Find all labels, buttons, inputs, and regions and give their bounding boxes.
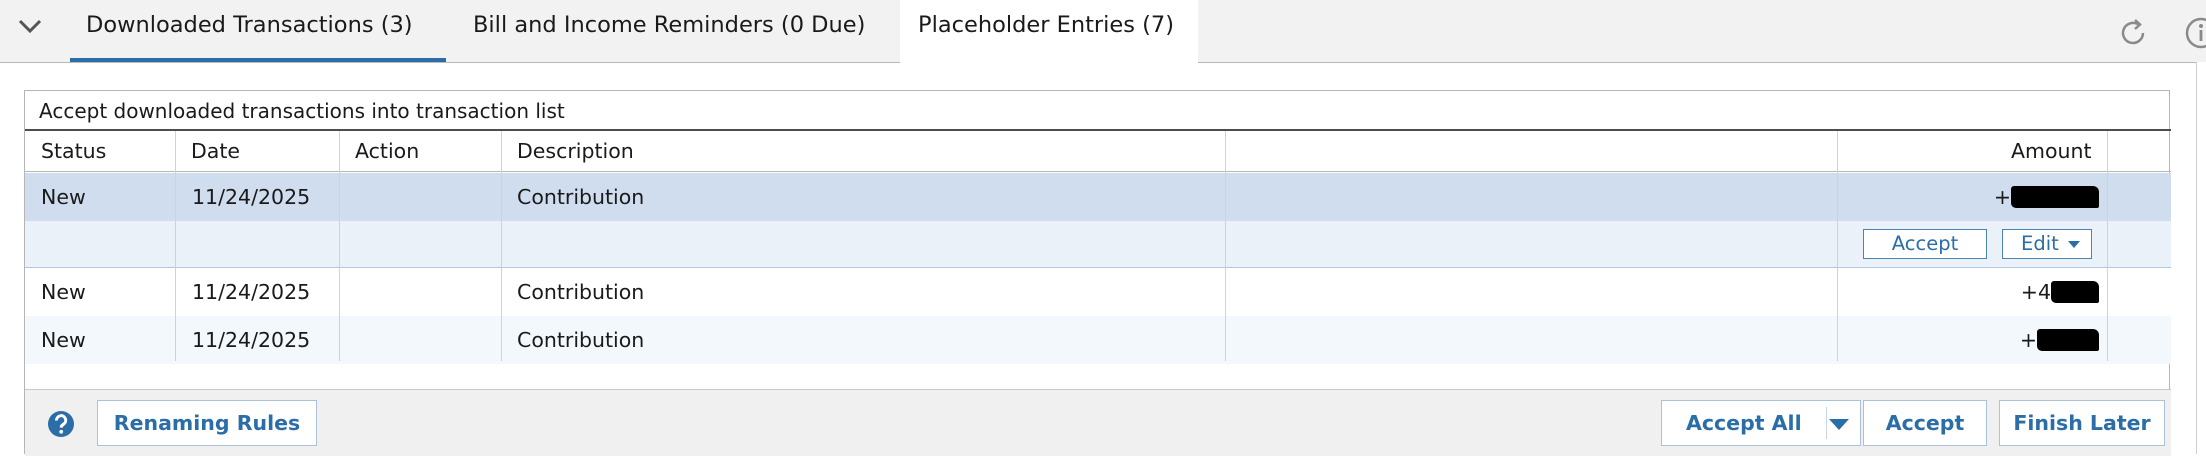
renaming-rules-button[interactable]: Renaming Rules [97, 400, 317, 446]
refresh-icon[interactable] [2114, 14, 2152, 52]
amount-sign: + [1993, 185, 2011, 209]
split-divider [1826, 407, 1827, 439]
row-status: New [41, 280, 86, 304]
redacted-amount-mark [2051, 281, 2099, 303]
column-divider [175, 131, 176, 361]
right-scroll-edge[interactable] [2196, 62, 2206, 454]
row-description: Contribution [517, 328, 645, 352]
table-header: Status Date Action Description Amount [25, 131, 2171, 172]
accept-all-split-button[interactable]: Accept All [1661, 400, 1861, 446]
tab-label: Downloaded Transactions (3) [86, 12, 413, 38]
row-accept-button[interactable]: Accept [1863, 229, 1987, 259]
info-icon[interactable] [2182, 14, 2206, 52]
table-row[interactable]: New 11/24/2025 Contribution + [25, 316, 2171, 364]
edit-label: Edit [2021, 232, 2059, 255]
amount-sign: +4 [2020, 280, 2051, 304]
column-header-date[interactable]: Date [191, 131, 240, 171]
column-header-amount[interactable]: Amount [2011, 131, 2092, 171]
accept-button[interactable]: Accept [1863, 400, 1987, 446]
finish-later-button[interactable]: Finish Later [1999, 400, 2165, 446]
column-header-action[interactable]: Action [355, 131, 419, 171]
panel-footer: Renaming Rules Accept All Accept Finish … [25, 389, 2171, 456]
row-status: New [41, 328, 86, 352]
accept-all-label: Accept All [1686, 411, 1802, 435]
tab-placeholder-entries[interactable]: Placeholder Entries (7) [900, 0, 1198, 63]
caret-down-icon[interactable] [1828, 418, 1850, 432]
row-date: 11/24/2025 [192, 185, 311, 209]
table-row[interactable]: New 11/24/2025 Contribution +4 [25, 268, 2171, 316]
row-date: 11/24/2025 [192, 280, 311, 304]
row-actions-strip: Accept Edit [25, 221, 2171, 268]
chevron-down-icon[interactable] [12, 8, 48, 44]
row-date: 11/24/2025 [192, 328, 311, 352]
row-amount: +4 [2021, 268, 2099, 316]
column-header-status[interactable]: Status [41, 131, 106, 171]
row-description: Contribution [517, 280, 645, 304]
column-divider [501, 131, 502, 361]
table-row[interactable]: New 11/24/2025 Contribution + [25, 173, 2171, 221]
panel-caption: Accept downloaded transactions into tran… [39, 99, 565, 123]
row-amount: + [2020, 316, 2099, 364]
amount-sign: + [2019, 328, 2037, 352]
tab-label: Bill and Income Reminders (0 Due) [473, 12, 866, 38]
downloaded-transactions-panel: Accept downloaded transactions into tran… [24, 90, 2171, 456]
row-amount: + [1994, 173, 2099, 221]
row-edit-button[interactable]: Edit [2002, 229, 2092, 259]
caret-down-icon [2068, 241, 2080, 248]
column-divider [2107, 131, 2108, 361]
help-icon[interactable] [47, 410, 75, 438]
row-status: New [41, 185, 86, 209]
tab-label: Placeholder Entries (7) [918, 12, 1175, 38]
row-description: Contribution [517, 185, 645, 209]
tab-bar: Downloaded Transactions (3) Bill and Inc… [0, 0, 2206, 63]
column-header-description[interactable]: Description [517, 131, 634, 171]
column-divider [1837, 131, 1838, 361]
tab-downloaded-transactions[interactable]: Downloaded Transactions (3) [70, 0, 446, 62]
tab-bill-and-income-reminders[interactable]: Bill and Income Reminders (0 Due) [446, 0, 900, 62]
column-divider [339, 131, 340, 361]
redacted-amount-mark [2037, 329, 2099, 351]
redacted-amount-mark [2011, 186, 2099, 208]
column-divider [1225, 131, 1226, 361]
